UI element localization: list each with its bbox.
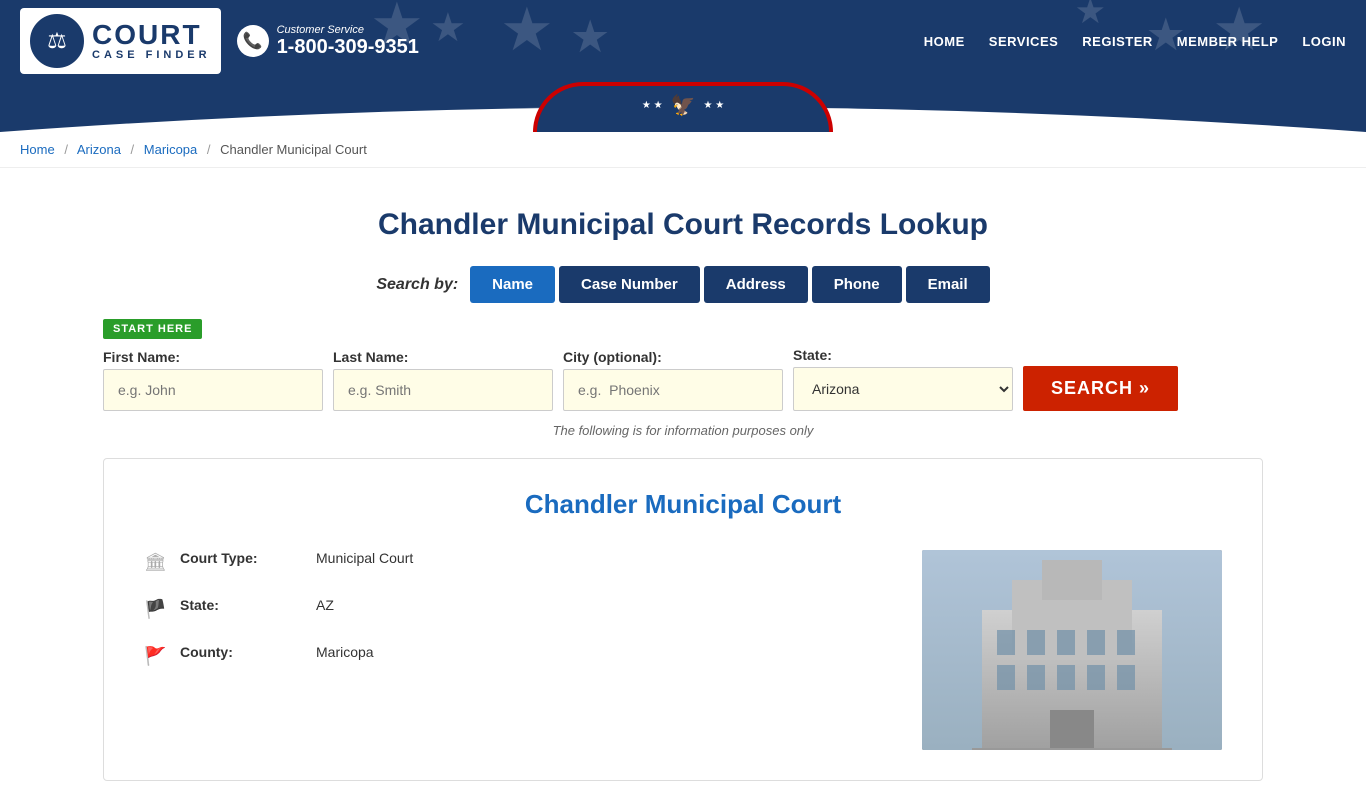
tab-name[interactable]: Name bbox=[470, 266, 555, 303]
county-label: County: bbox=[180, 644, 300, 660]
search-button[interactable]: SEARCH » bbox=[1023, 366, 1178, 411]
eagle-left-stars: ★ ★ bbox=[642, 100, 663, 111]
ribbon-area: ★ ★ 🦅 ★ ★ bbox=[0, 82, 1366, 132]
breadcrumb-current: Chandler Municipal Court bbox=[220, 142, 367, 157]
nav-login[interactable]: LOGIN bbox=[1302, 34, 1346, 49]
breadcrumb-home[interactable]: Home bbox=[20, 142, 55, 157]
phone-text: Customer Service 1-800-309-9351 bbox=[277, 24, 419, 59]
tab-email[interactable]: Email bbox=[906, 266, 990, 303]
tab-phone[interactable]: Phone bbox=[812, 266, 902, 303]
nav-register[interactable]: REGISTER bbox=[1082, 34, 1152, 49]
city-group: City (optional): bbox=[563, 349, 783, 411]
info-row-county: 🚩 County: Maricopa bbox=[144, 644, 892, 667]
state-group: State: Arizona Alabama Alaska California… bbox=[793, 347, 1013, 411]
info-details: 🏛 Court Type: Municipal Court 🏴 State: A… bbox=[144, 550, 892, 750]
page-title: Chandler Municipal Court Records Lookup bbox=[103, 208, 1263, 242]
state-icon: 🏴 bbox=[144, 599, 164, 620]
state-label-card: State: bbox=[180, 597, 300, 613]
search-by-row: Search by: Name Case Number Address Phon… bbox=[103, 266, 1263, 303]
search-by-label: Search by: bbox=[376, 276, 458, 294]
breadcrumb-sep-3: / bbox=[207, 142, 211, 157]
tab-case-number[interactable]: Case Number bbox=[559, 266, 700, 303]
court-card-title: Chandler Municipal Court bbox=[144, 489, 1222, 520]
info-row-state: 🏴 State: AZ bbox=[144, 597, 892, 620]
breadcrumb-sep-2: / bbox=[131, 142, 135, 157]
nav-member-help[interactable]: MEMBER HELP bbox=[1177, 34, 1279, 49]
phone-icon: 📞 bbox=[237, 25, 269, 57]
eagle-emblem: ★ ★ 🦅 ★ ★ bbox=[533, 82, 833, 132]
last-name-label: Last Name: bbox=[333, 349, 553, 365]
header: ★ ★ ★ ★ ★ ★ ★ ⚖ COURT CASE FINDER 📞 Cust… bbox=[0, 0, 1366, 82]
info-card-body: 🏛 Court Type: Municipal Court 🏴 State: A… bbox=[144, 550, 1222, 750]
state-label: State: bbox=[793, 347, 1013, 363]
nav-services[interactable]: SERVICES bbox=[989, 34, 1059, 49]
city-input[interactable] bbox=[563, 369, 783, 411]
search-form-row: First Name: Last Name: City (optional): … bbox=[103, 347, 1263, 411]
court-type-label: Court Type: bbox=[180, 550, 300, 566]
building-svg bbox=[922, 550, 1222, 750]
eagle-symbol: 🦅 bbox=[671, 93, 696, 118]
city-label: City (optional): bbox=[563, 349, 783, 365]
info-note: The following is for information purpose… bbox=[103, 423, 1263, 438]
phone-number: 1-800-309-9351 bbox=[277, 36, 419, 59]
breadcrumb-arizona[interactable]: Arizona bbox=[77, 142, 121, 157]
logo-text: COURT CASE FINDER bbox=[92, 21, 211, 61]
logo[interactable]: ⚖ COURT CASE FINDER bbox=[20, 8, 221, 74]
court-building-image bbox=[922, 550, 1222, 750]
search-form-container: START HERE First Name: Last Name: City (… bbox=[103, 319, 1263, 411]
last-name-group: Last Name: bbox=[333, 349, 553, 411]
info-row-type: 🏛 Court Type: Municipal Court bbox=[144, 550, 892, 573]
header-phone: 📞 Customer Service 1-800-309-9351 bbox=[237, 24, 419, 59]
first-name-input[interactable] bbox=[103, 369, 323, 411]
start-here-badge: START HERE bbox=[103, 319, 202, 339]
tab-address[interactable]: Address bbox=[704, 266, 808, 303]
court-info-card: Chandler Municipal Court 🏛 Court Type: M… bbox=[103, 458, 1263, 781]
header-left: ⚖ COURT CASE FINDER 📞 Customer Service 1… bbox=[20, 8, 419, 74]
eagle-right-stars: ★ ★ bbox=[703, 100, 724, 111]
first-name-label: First Name: bbox=[103, 349, 323, 365]
state-value: AZ bbox=[316, 597, 334, 613]
breadcrumb-sep-1: / bbox=[64, 142, 68, 157]
logo-case-finder-label: CASE FINDER bbox=[92, 49, 211, 61]
breadcrumb: Home / Arizona / Maricopa / Chandler Mun… bbox=[0, 132, 1366, 168]
building-photo bbox=[922, 550, 1222, 750]
main-nav: HOME SERVICES REGISTER MEMBER HELP LOGIN bbox=[924, 34, 1346, 49]
court-type-value: Municipal Court bbox=[316, 550, 413, 566]
main-content: Chandler Municipal Court Records Lookup … bbox=[83, 168, 1283, 801]
logo-court-label: COURT bbox=[92, 21, 202, 49]
first-name-group: First Name: bbox=[103, 349, 323, 411]
county-icon: 🚩 bbox=[144, 646, 164, 667]
state-select[interactable]: Arizona Alabama Alaska California Colora… bbox=[793, 367, 1013, 411]
last-name-input[interactable] bbox=[333, 369, 553, 411]
county-value: Maricopa bbox=[316, 644, 374, 660]
court-type-icon: 🏛 bbox=[144, 552, 164, 573]
customer-service-label: Customer Service bbox=[277, 24, 419, 36]
nav-home[interactable]: HOME bbox=[924, 34, 965, 49]
breadcrumb-maricopa[interactable]: Maricopa bbox=[144, 142, 197, 157]
logo-seal: ⚖ bbox=[30, 14, 84, 68]
